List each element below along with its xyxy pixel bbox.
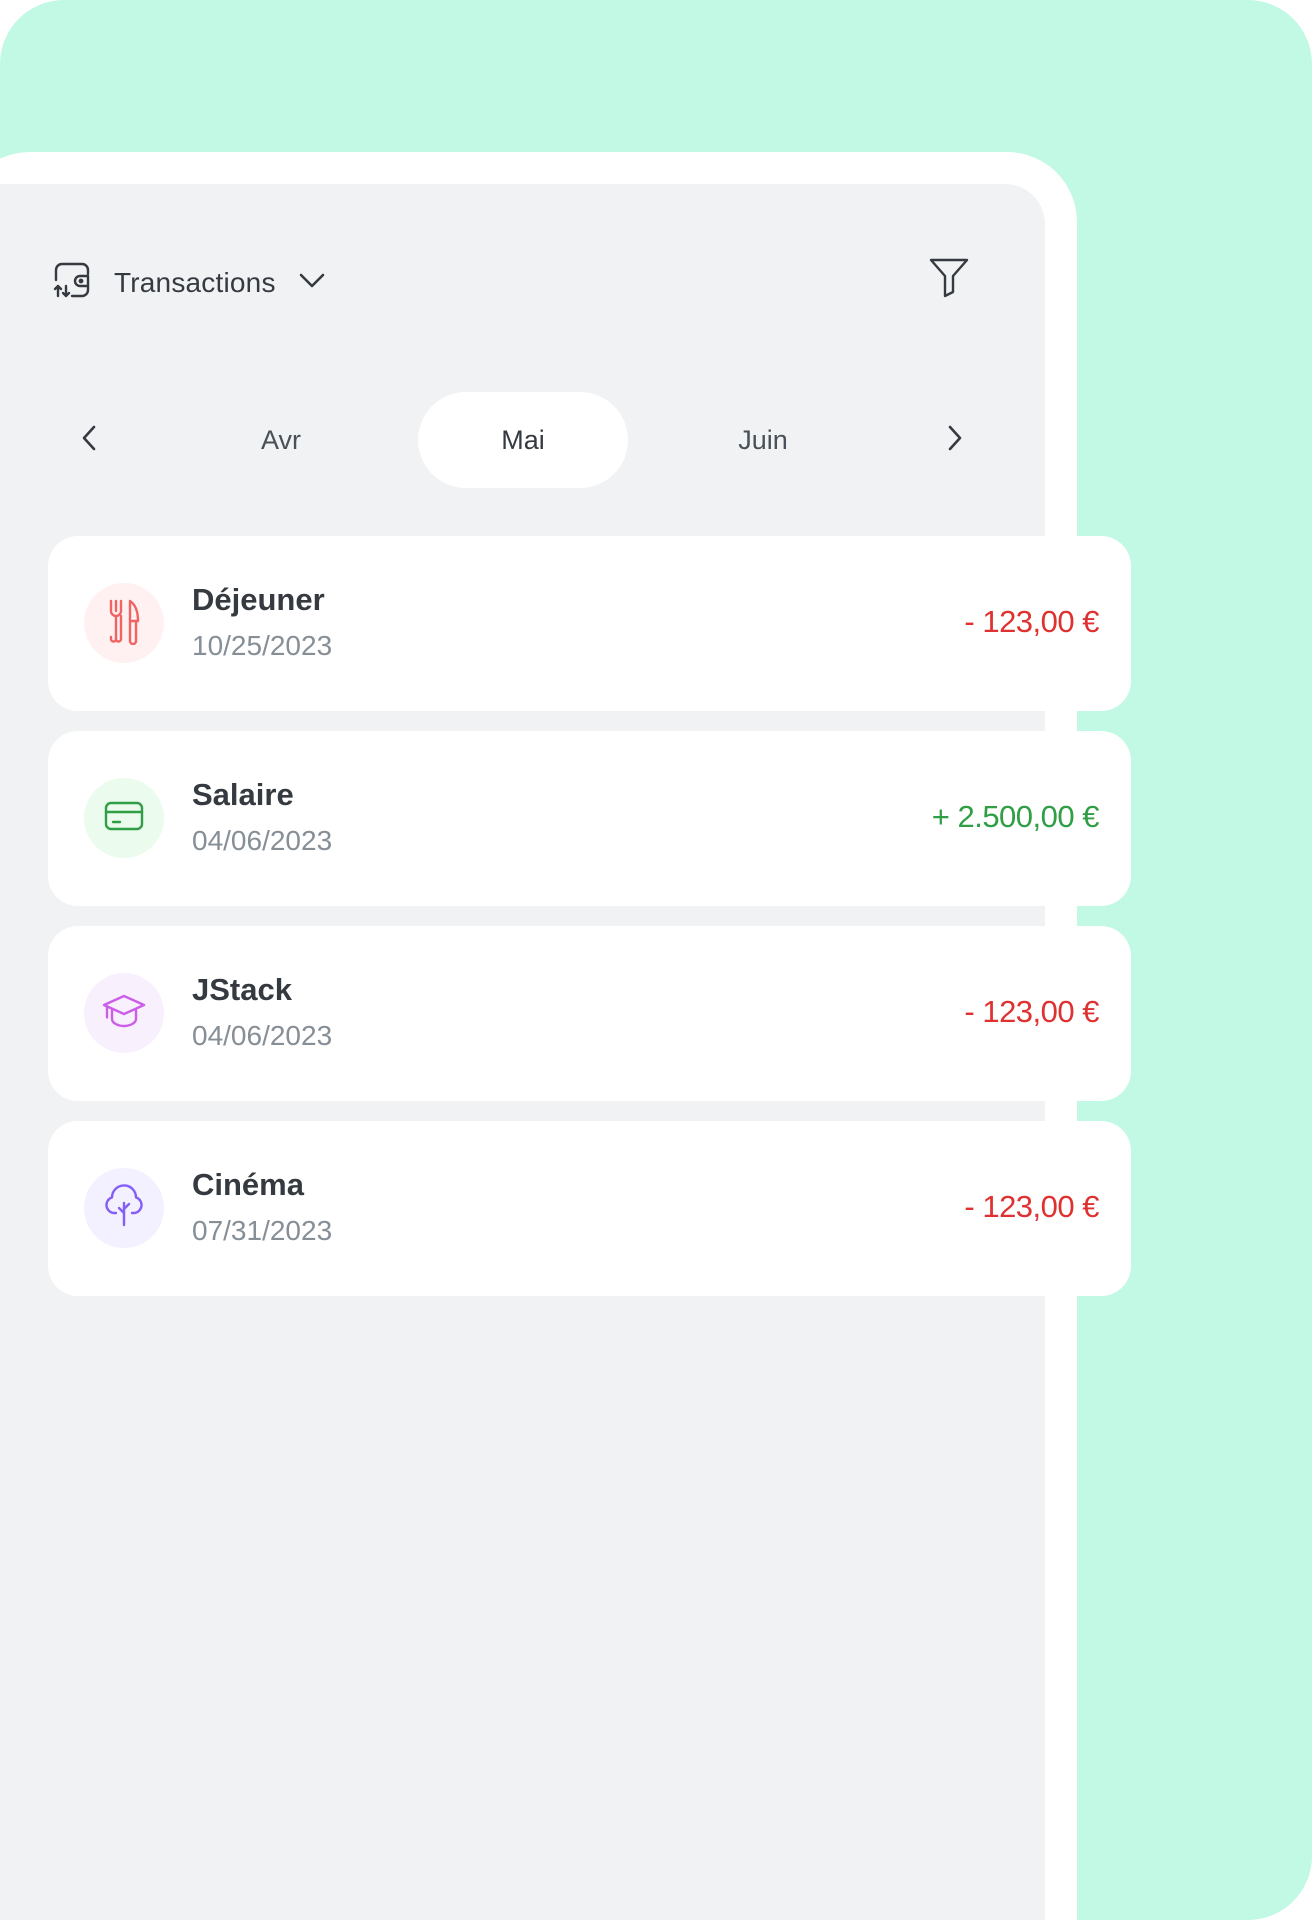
transaction-amount: + 2.500,00 € bbox=[931, 799, 1100, 834]
tree-icon bbox=[102, 1183, 146, 1234]
transaction-name: Déjeuner bbox=[192, 582, 325, 617]
transaction-amount: - 123,00 € bbox=[964, 1189, 1099, 1224]
category-icon-badge bbox=[84, 778, 164, 858]
transaction-name: Cinéma bbox=[192, 1167, 304, 1202]
prev-month-button[interactable] bbox=[66, 416, 114, 464]
category-icon-badge bbox=[84, 973, 164, 1053]
chevron-left-icon bbox=[75, 423, 105, 458]
transaction-name: Salaire bbox=[192, 777, 294, 812]
transaction-date: 07/31/2023 bbox=[192, 1215, 333, 1246]
chevron-down-icon bbox=[296, 264, 328, 301]
transaction-amount: - 123,00 € bbox=[964, 604, 1099, 639]
filter-button[interactable] bbox=[924, 254, 974, 304]
category-icon-badge bbox=[84, 583, 164, 663]
transaction-name: JStack bbox=[192, 972, 292, 1007]
month-tab-avr[interactable]: Avr bbox=[176, 392, 386, 488]
fork-knife-icon bbox=[104, 597, 144, 650]
category-icon-badge bbox=[84, 1168, 164, 1248]
transaction-card[interactable]: Cinéma 07/31/2023 - 123,00 € bbox=[48, 1121, 1131, 1296]
transaction-date: 04/06/2023 bbox=[192, 1020, 333, 1051]
transaction-list: Déjeuner 10/25/2023 - 123,00 € Salaire 0… bbox=[48, 536, 1131, 1316]
transaction-date: 04/06/2023 bbox=[192, 825, 333, 856]
month-tab-juin[interactable]: Juin bbox=[658, 392, 868, 488]
transactions-icon bbox=[50, 258, 94, 307]
month-selector: Avr Mai Juin bbox=[58, 392, 988, 488]
filter-icon bbox=[927, 255, 971, 304]
chevron-right-icon bbox=[939, 423, 969, 458]
graduation-cap-icon bbox=[101, 989, 147, 1038]
transaction-card[interactable]: JStack 04/06/2023 - 123,00 € bbox=[48, 926, 1131, 1101]
transaction-card[interactable]: Déjeuner 10/25/2023 - 123,00 € bbox=[48, 536, 1131, 711]
transactions-dropdown[interactable]: Transactions bbox=[50, 258, 328, 307]
transaction-card[interactable]: Salaire 04/06/2023 + 2.500,00 € bbox=[48, 731, 1131, 906]
credit-card-icon bbox=[102, 794, 146, 843]
page-title: Transactions bbox=[114, 266, 276, 298]
transaction-date: 10/25/2023 bbox=[192, 630, 333, 661]
next-month-button[interactable] bbox=[930, 416, 978, 464]
month-tab-mai[interactable]: Mai bbox=[418, 392, 628, 488]
transaction-amount: - 123,00 € bbox=[964, 994, 1099, 1029]
app-screen: Transactions Avr Mai Juin Déjeuner 10/25… bbox=[0, 0, 1312, 1920]
